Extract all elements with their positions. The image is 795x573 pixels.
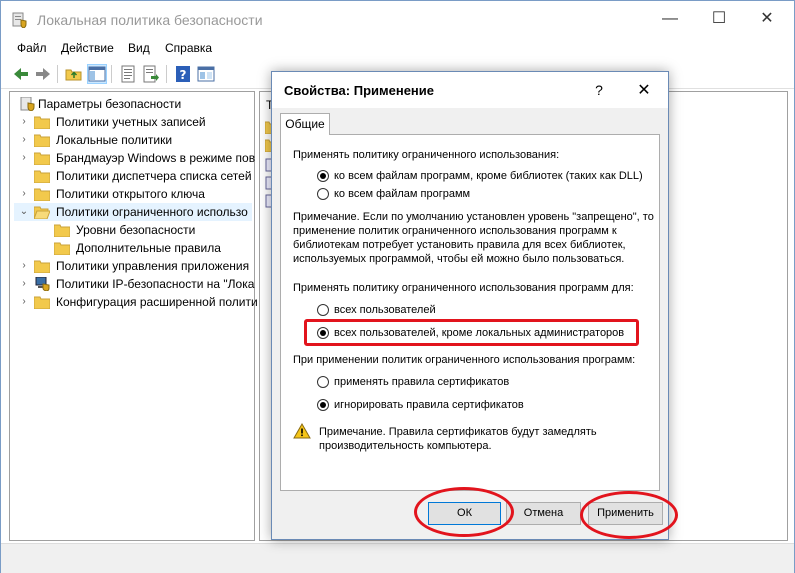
tab-general[interactable]: Общие — [280, 113, 330, 135]
tree-item-label: Дополнительные правила — [76, 241, 221, 255]
tree-item-label: Политики диспетчера списка сетей — [56, 169, 252, 183]
chevron-right-icon[interactable]: › — [18, 149, 30, 167]
dialog-close-button[interactable]: ✕ — [632, 80, 656, 100]
folder-icon — [54, 224, 70, 237]
when-applying-label: При применении политик ограниченного исп… — [293, 354, 636, 366]
radio-button[interactable] — [317, 304, 329, 316]
security-policy-app-icon — [12, 12, 27, 28]
menu-action[interactable]: Действие — [61, 41, 114, 55]
chevron-down-icon[interactable]: ⌄ — [18, 203, 30, 221]
menu-bar: Файл Действие Вид Справка — [1, 37, 794, 59]
chevron-right-icon[interactable]: › — [18, 185, 30, 203]
chevron-right-icon[interactable]: › — [18, 293, 30, 311]
tree-pane[interactable]: Параметры безопасности › Политики учетны… — [9, 91, 258, 541]
svg-text:?: ? — [180, 68, 187, 82]
cancel-button[interactable]: Отмена — [506, 502, 581, 525]
chevron-right-icon[interactable]: › — [18, 257, 30, 275]
radio-label[interactable]: ко всем файлам программ — [334, 186, 470, 202]
radio-label[interactable]: всех пользователей — [334, 302, 436, 318]
chevron-right-icon[interactable]: › — [18, 275, 30, 293]
folder-icon — [34, 134, 50, 147]
tree-item-software-restriction[interactable]: ⌄ Политики ограниченного использо — [14, 203, 252, 221]
toolbar-separator — [57, 65, 58, 83]
show-hide-tree-icon[interactable] — [87, 64, 107, 84]
tree-item-label: Политики управления приложения — [56, 259, 250, 273]
folder-icon — [34, 188, 50, 201]
radio-label[interactable]: применять правила сертификатов — [334, 374, 509, 390]
radio-label[interactable]: всех пользователей, кроме локальных адми… — [334, 325, 624, 341]
certificate-note: Примечание. Правила сертификатов будут з… — [319, 426, 597, 452]
toolbar-separator — [111, 65, 112, 83]
minimize-button[interactable]: — — [647, 1, 693, 37]
properties-icon[interactable] — [118, 64, 138, 84]
chevron-right-icon[interactable]: › — [18, 113, 30, 131]
help-icon[interactable]: ? — [173, 64, 193, 84]
forward-icon[interactable] — [33, 64, 53, 84]
tree-item-label: Политики IP-безопасности на "Лока — [56, 277, 255, 291]
tree-item-label: Локальные политики — [56, 133, 173, 147]
toolbar-separator — [166, 65, 167, 83]
general-tab-panel: Применять политику ограниченного использ… — [280, 134, 660, 491]
radio-button[interactable] — [317, 170, 329, 182]
menu-help[interactable]: Справка — [165, 41, 212, 55]
libraries-note: Примечание. Если по умолчанию установлен… — [293, 211, 654, 265]
folder-icon — [34, 170, 50, 183]
status-bar — [1, 543, 794, 573]
properties-dialog: Свойства: Применение ? ✕ Общие Применять… — [271, 71, 678, 540]
radio-label[interactable]: игнорировать правила сертификатов — [334, 397, 524, 413]
maximize-button[interactable]: ☐ — [696, 1, 742, 37]
title-bar: Локальная политика безопасности — ☐ ✕ — [1, 1, 794, 37]
dialog-title: Свойства: Применение — [284, 83, 435, 98]
tree-item-label: Политики учетных записей — [56, 115, 206, 129]
network-computer-icon — [35, 277, 50, 291]
tree-item-label: Конфигурация расширенной полити — [56, 295, 258, 309]
chevron-right-icon[interactable]: › — [18, 131, 30, 149]
folder-icon — [34, 116, 50, 129]
radio-button[interactable] — [317, 327, 329, 339]
back-icon[interactable] — [11, 64, 31, 84]
ok-highlight-circle — [414, 487, 514, 537]
radio-button[interactable] — [317, 376, 329, 388]
folder-icon — [54, 242, 70, 255]
tree-item-label: Параметры безопасности — [38, 97, 182, 111]
console-view-icon[interactable] — [196, 64, 216, 84]
tree-item-label: Уровни безопасности — [76, 223, 196, 237]
radio-button[interactable] — [317, 188, 329, 200]
export-list-icon[interactable] — [141, 64, 161, 84]
folder-icon — [34, 152, 50, 165]
radio-button[interactable] — [317, 399, 329, 411]
apply-highlight-circle — [580, 491, 678, 539]
menu-file[interactable]: Файл — [17, 41, 47, 55]
help-button[interactable]: ? — [589, 82, 609, 98]
tree-item-label: Политики ограниченного использо — [56, 205, 248, 219]
dialog-title-bar: Свойства: Применение ? ✕ — [272, 72, 668, 108]
menu-view[interactable]: Вид — [128, 41, 150, 55]
close-button[interactable]: ✕ — [744, 1, 790, 37]
tree-item-label: Брандмауэр Windows в режиме пов — [56, 151, 256, 165]
window-title: Локальная политика безопасности — [37, 12, 263, 28]
apply-for-label: Применять политику ограниченного использ… — [293, 282, 634, 294]
apply-policy-label: Применять политику ограниченного использ… — [293, 149, 560, 161]
up-folder-icon[interactable] — [64, 64, 84, 84]
open-folder-icon — [34, 206, 50, 219]
folder-icon — [34, 260, 50, 273]
warning-icon — [293, 423, 311, 439]
security-settings-icon — [20, 97, 35, 111]
radio-label[interactable]: ко всем файлам программ, кроме библиотек… — [334, 168, 643, 184]
tree-item-label: Политики открытого ключа — [56, 187, 205, 201]
folder-icon — [34, 296, 50, 309]
